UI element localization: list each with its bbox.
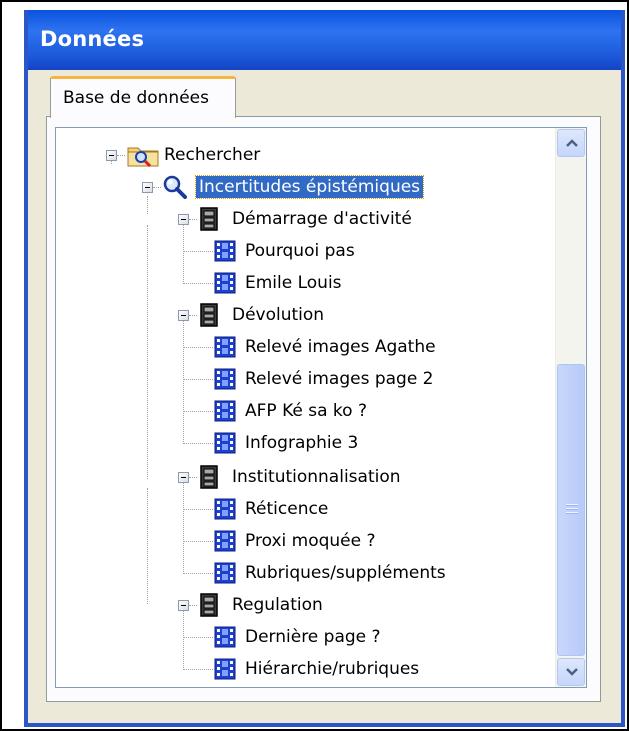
magnifier-icon [163, 175, 187, 199]
search-folder-icon [127, 147, 159, 168]
tree-label: Réticence [245, 499, 329, 519]
film-icon [214, 658, 236, 680]
film-icon [214, 400, 236, 422]
scroll-down-button[interactable] [557, 658, 585, 686]
film-icon [214, 368, 236, 390]
tree-label: Regulation [232, 595, 323, 615]
collapse-toggle[interactable] [178, 310, 189, 321]
tree-connector [189, 219, 197, 220]
tree-label: Institutionnalisation [232, 467, 401, 487]
tree-label: Dernière page ? [245, 627, 381, 647]
tree-item[interactable]: Relevé images Agathe [56, 334, 556, 360]
tree-connector [189, 477, 197, 478]
tree-label: Rubriques/suppléments [245, 563, 446, 583]
tree-item[interactable]: Réticence [56, 496, 556, 522]
film-icon [214, 562, 236, 584]
scroll-up-button[interactable] [557, 129, 585, 157]
tree-label: Relevé images Agathe [245, 337, 436, 357]
collapse-toggle[interactable] [178, 472, 189, 483]
tree-connector [183, 637, 213, 638]
film-icon [214, 336, 236, 358]
tree-item[interactable]: AFP Ké sa ko ? [56, 398, 556, 424]
tree-label: Rechercher [164, 145, 261, 165]
tree-group-regulation[interactable]: Regulation [56, 592, 556, 618]
tree-group-devolution[interactable]: Dévolution [56, 302, 556, 328]
collapse-toggle[interactable] [106, 150, 117, 161]
tree-connector [183, 443, 213, 444]
film-icon [214, 530, 236, 552]
cabinet-icon [200, 465, 218, 489]
chevron-down-icon [566, 668, 578, 676]
panel-donnees: Données Base de données Rechercher Incer… [24, 10, 625, 727]
cabinet-icon [200, 207, 218, 231]
window: Données Base de données Rechercher Incer… [0, 0, 629, 731]
tree-label: Proxi moquée ? [245, 531, 376, 551]
cabinet-icon [200, 303, 218, 327]
tree-connector [183, 347, 213, 348]
tree-connector [189, 605, 197, 606]
tree-label: Emile Louis [245, 273, 342, 293]
scroll-grip [566, 508, 578, 510]
tree-label: Incertitudes épistémiques [194, 175, 425, 199]
tree-connector [183, 379, 213, 380]
panel-title: Données [28, 10, 621, 70]
tree-connector [183, 509, 213, 510]
tree-view[interactable]: Rechercher Incertitudes épistémiques Dém… [55, 127, 587, 688]
collapse-toggle[interactable] [178, 600, 189, 611]
tree-connector [183, 669, 213, 670]
tree-connector [183, 541, 213, 542]
tree-connector [183, 251, 213, 252]
tree-item[interactable]: Proxi moquée ? [56, 528, 556, 554]
film-icon [214, 626, 236, 648]
tree-item[interactable]: Dernière page ? [56, 624, 556, 650]
tree-label: Dévolution [232, 305, 325, 325]
vertical-scrollbar[interactable] [555, 128, 586, 687]
tree-label: Hiérarchie/rubriques [245, 659, 420, 679]
tree-group-institutionnalisation[interactable]: Institutionnalisation [56, 464, 556, 490]
tree-connector [117, 155, 125, 156]
scroll-grip [566, 504, 578, 506]
scroll-thumb[interactable] [557, 364, 585, 656]
collapse-toggle[interactable] [178, 214, 189, 225]
tree-group-demarrage[interactable]: Démarrage d'activité [56, 206, 556, 232]
tree-connector [183, 411, 213, 412]
tree-label: Infographie 3 [245, 433, 359, 453]
tree-item-incertitudes[interactable]: Incertitudes épistémiques [56, 174, 556, 200]
scroll-grip [566, 512, 578, 514]
film-icon [214, 272, 236, 294]
tree-label: Démarrage d'activité [232, 209, 412, 229]
tree-label: Relevé images page 2 [245, 369, 434, 389]
tree-item[interactable]: Hiérarchie/rubriques [56, 656, 556, 682]
tree-item[interactable]: Infographie 3 [56, 430, 556, 456]
tree-connector [183, 283, 213, 284]
tree-item[interactable]: Rubriques/suppléments [56, 560, 556, 586]
tree-label: Pourquoi pas [245, 241, 355, 261]
tree-label: AFP Ké sa ko ? [245, 401, 367, 421]
tree-item[interactable]: Relevé images page 2 [56, 366, 556, 392]
tab-base-de-donnees[interactable]: Base de données [50, 76, 236, 118]
cabinet-icon [200, 593, 218, 617]
tree-item-rechercher[interactable]: Rechercher [56, 142, 556, 168]
film-icon [214, 498, 236, 520]
film-icon [214, 432, 236, 454]
tab-page: Rechercher Incertitudes épistémiques Dém… [46, 116, 601, 702]
tree-connector [153, 187, 161, 188]
tree-item[interactable]: Pourquoi pas [56, 238, 556, 264]
tree-connector [189, 315, 197, 316]
tree-item[interactable]: Emile Louis [56, 270, 556, 296]
tree-connector [183, 573, 213, 574]
chevron-up-icon [566, 139, 578, 147]
film-icon [214, 240, 236, 262]
collapse-toggle[interactable] [142, 182, 153, 193]
